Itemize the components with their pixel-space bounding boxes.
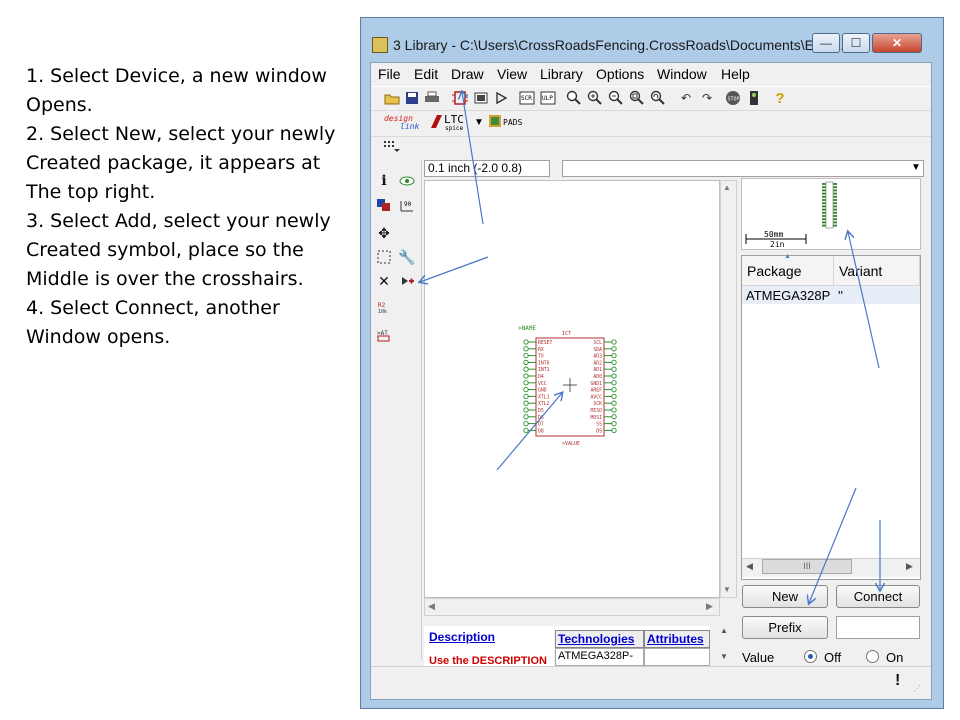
- annotation-arrows: [0, 0, 960, 720]
- arrow-to-add-icon: [420, 256, 489, 282]
- arrow-to-crosshair: [496, 393, 562, 471]
- arrow-to-preview: [848, 232, 880, 369]
- arrow-to-new-button: [809, 487, 857, 603]
- arrow-to-device-icon: [462, 92, 484, 225]
